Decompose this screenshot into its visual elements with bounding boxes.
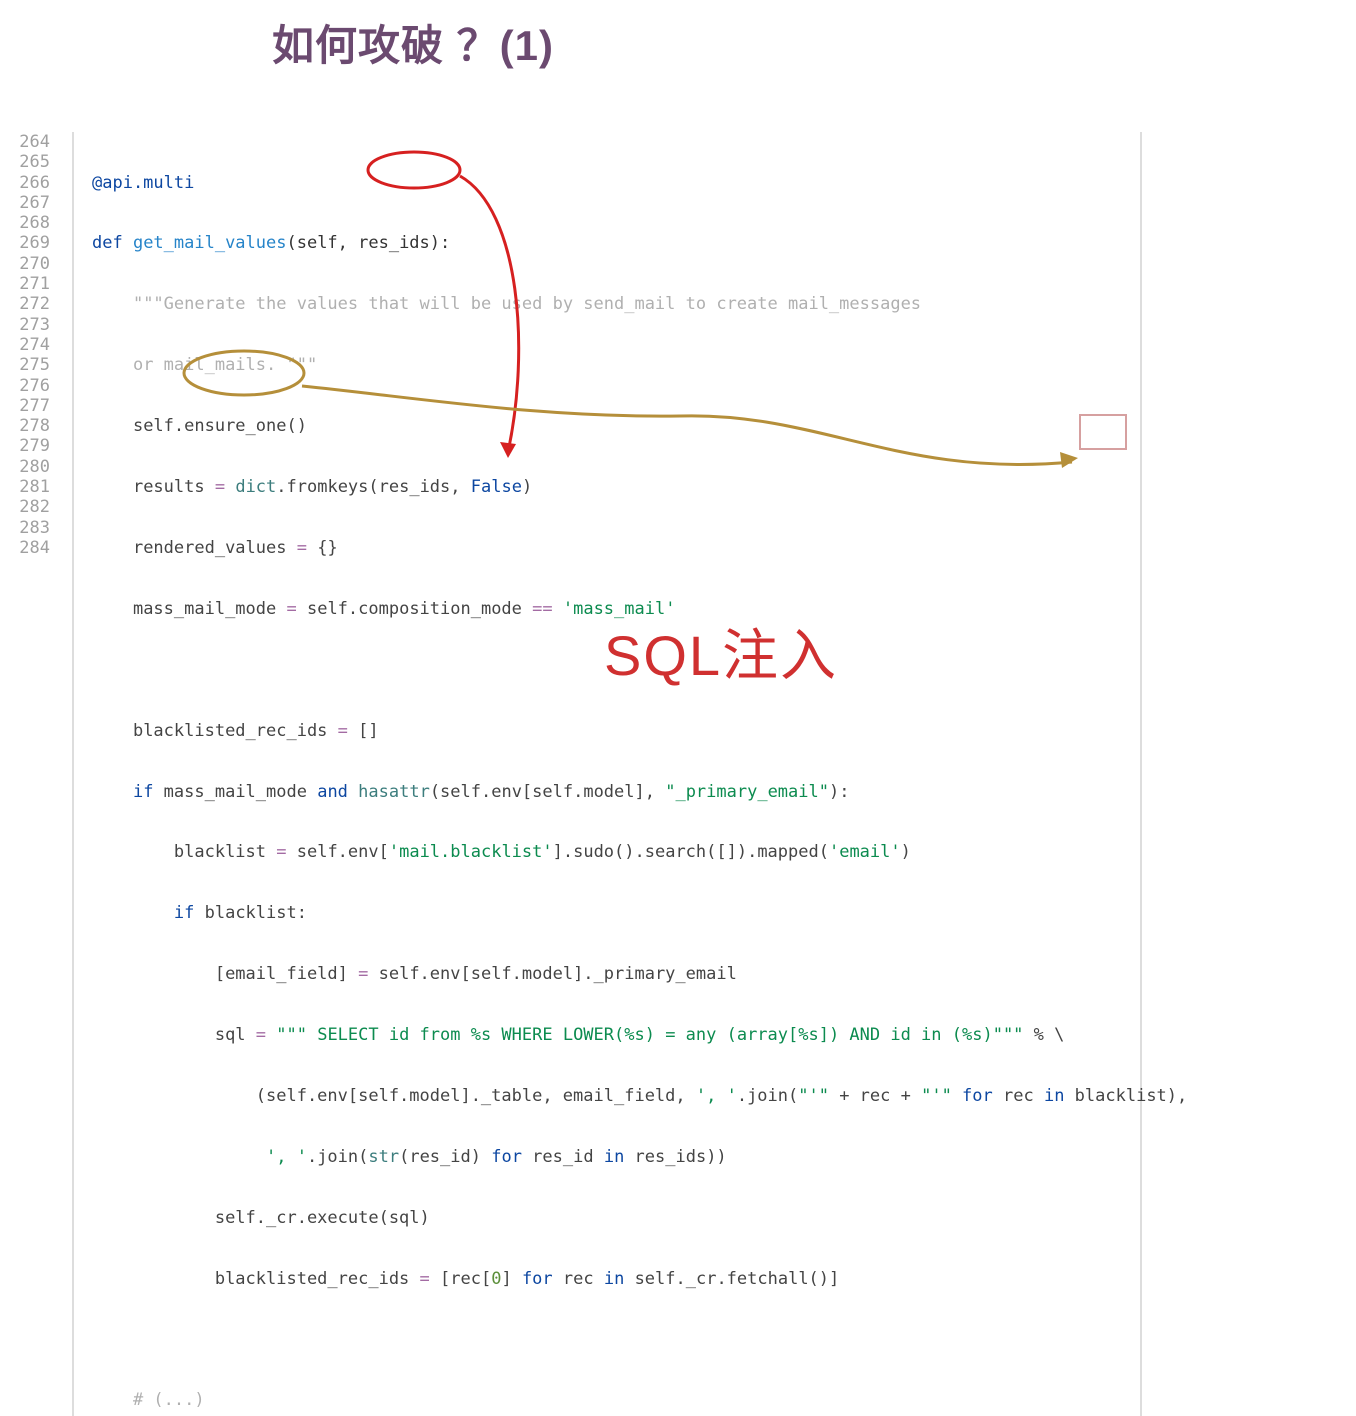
code-line: if mass_mail_mode and hasattr(self.env[s… [92, 782, 1140, 802]
line-number: 271 [12, 274, 62, 294]
line-number: 267 [12, 193, 62, 213]
sql-injection-label: SQL注入 [604, 611, 838, 692]
slide-title: 如何攻破 ？(1) [272, 12, 554, 73]
line-numbers: 264 265 266 267 268 269 270 271 272 273 … [12, 132, 62, 558]
slide: 如何攻破 ？(1) 264 265 266 267 268 269 270 27… [0, 0, 1356, 708]
line-number: 274 [12, 335, 62, 355]
line-number: 279 [12, 436, 62, 456]
code-line: # (...) [92, 1390, 1140, 1410]
code-line: [email_field] = self.env[self.model]._pr… [92, 964, 1140, 984]
line-number: 282 [12, 497, 62, 517]
line-number: 273 [12, 315, 62, 335]
code-line [92, 1330, 1140, 1350]
line-number: 275 [12, 355, 62, 375]
code-line: sql = """ SELECT id from %s WHERE LOWER(… [92, 1025, 1140, 1045]
line-number: 284 [12, 538, 62, 558]
code-line: ', '.join(str(res_id) for res_id in res_… [92, 1147, 1140, 1167]
code-line: results = dict.fromkeys(res_ids, False) [92, 477, 1140, 497]
line-number: 277 [12, 396, 62, 416]
code-line: """Generate the values that will be used… [92, 294, 1140, 314]
line-number: 278 [12, 416, 62, 436]
line-number: 265 [12, 152, 62, 172]
code-line: blacklisted_rec_ids = [rec[0] for rec in… [92, 1269, 1140, 1289]
code-line: blacklisted_rec_ids = [] [92, 721, 1140, 741]
line-number: 266 [12, 173, 62, 193]
line-number: 269 [12, 233, 62, 253]
line-number: 268 [12, 213, 62, 233]
code-line: (self.env[self.model]._table, email_fiel… [92, 1086, 1140, 1106]
line-number: 264 [12, 132, 62, 152]
code-line: if blacklist: [92, 903, 1140, 923]
code-line: or mail_mails. """ [92, 355, 1140, 375]
line-number: 280 [12, 457, 62, 477]
code-line: rendered_values = {} [92, 538, 1140, 558]
line-number: 276 [12, 376, 62, 396]
line-number: 272 [12, 294, 62, 314]
code-line: @api.multi [92, 173, 1140, 193]
code-line: def get_mail_values(self, res_ids): [92, 233, 1140, 253]
line-number: 270 [12, 254, 62, 274]
line-number: 281 [12, 477, 62, 497]
code-line: self.ensure_one() [92, 416, 1140, 436]
code-line: self._cr.execute(sql) [92, 1208, 1140, 1228]
line-number: 283 [12, 518, 62, 538]
code-lines: @api.multi def get_mail_values(self, res… [72, 132, 1142, 1416]
code-line: blacklist = self.env['mail.blacklist'].s… [92, 842, 1140, 862]
